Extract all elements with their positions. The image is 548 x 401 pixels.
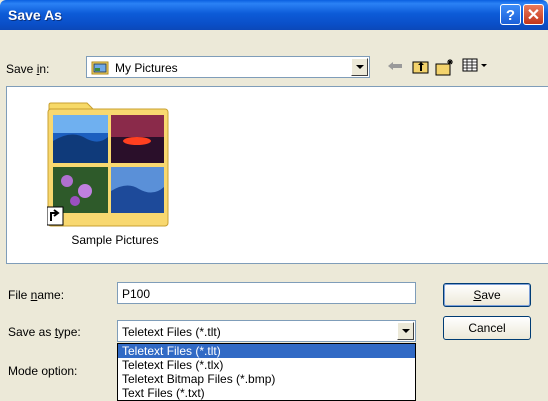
up-folder-icon[interactable] [410,58,432,78]
save-as-type-dropdown[interactable]: Teletext Files (*.tlt) Teletext Files (*… [117,343,416,401]
cancel-button[interactable]: Cancel [443,316,531,340]
chevron-down-icon[interactable] [351,58,368,76]
file-list[interactable]: Sample Pictures [6,86,548,264]
mode-option-label: Mode option: [8,364,78,378]
dropdown-option[interactable]: Teletext Bitmap Files (*.bmp) [118,372,415,386]
file-name-label: Sample Pictures [71,233,159,247]
dropdown-option[interactable]: Teletext Files (*.tlx) [118,358,415,372]
file-name-value: P100 [122,287,151,301]
save-button[interactable]: Save [443,283,531,307]
file-name-input[interactable]: P100 [117,282,416,304]
file-name-field-label: File name: [8,288,65,302]
new-folder-icon[interactable] [434,58,456,78]
save-as-type-label: Save as type: [8,325,81,339]
save-in-label: Save in: [6,62,50,76]
title-bar[interactable]: Save As ? ✕ [0,0,548,30]
save-in-value: My Pictures [115,61,178,75]
views-menu-icon[interactable] [460,58,490,78]
chevron-down-icon[interactable] [397,322,414,340]
help-button[interactable]: ? [500,4,521,25]
save-as-type-value: Teletext Files (*.tlt) [122,325,221,339]
save-as-type-select[interactable]: Teletext Files (*.tlt) [117,320,416,342]
sample-pictures-folder-icon [47,102,169,227]
dropdown-option[interactable]: Text Files (*.txt) [118,386,415,400]
save-in-combo[interactable]: My Pictures [86,56,370,78]
dropdown-option[interactable]: Teletext Files (*.tlt) [118,344,415,358]
close-button[interactable]: ✕ [523,4,544,25]
my-pictures-folder-icon [91,61,109,75]
back-arrow-icon[interactable] [384,58,406,78]
window-title: Save As [8,7,62,23]
